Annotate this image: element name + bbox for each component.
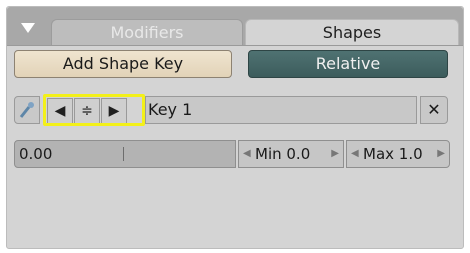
tab-shapes[interactable]: Shapes xyxy=(245,19,459,45)
decrement-arrow-icon[interactable]: ◀ xyxy=(351,141,359,167)
max-label: Max 1.0 xyxy=(363,145,423,163)
max-field[interactable]: ◀ Max 1.0 ▶ xyxy=(346,140,450,168)
decrement-arrow-icon[interactable]: ◀ xyxy=(243,141,251,167)
collapse-triangle-icon[interactable] xyxy=(21,23,35,33)
shapes-panel: Modifiers Shapes xyxy=(6,6,464,249)
panel-header: Modifiers Shapes xyxy=(7,7,463,46)
value-slider[interactable]: 0.00 xyxy=(14,140,236,168)
value-text: 0.00 xyxy=(19,145,53,163)
tab-modifiers[interactable]: Modifiers xyxy=(51,19,243,45)
navigation-highlight-box xyxy=(43,94,145,126)
pin-icon xyxy=(19,102,34,118)
increment-arrow-icon[interactable]: ▶ xyxy=(437,141,445,167)
shape-key-name-field[interactable]: Key 1 xyxy=(145,96,417,124)
min-label: Min 0.0 xyxy=(255,145,311,163)
pin-button[interactable] xyxy=(14,96,40,124)
increment-arrow-icon[interactable]: ▶ xyxy=(331,141,339,167)
delete-key-button[interactable]: ✕ xyxy=(420,96,448,124)
relative-toggle-button[interactable]: Relative xyxy=(248,50,448,78)
slider-indicator xyxy=(123,147,124,161)
add-shape-key-button[interactable]: Add Shape Key xyxy=(14,50,232,78)
min-field[interactable]: ◀ Min 0.0 ▶ xyxy=(238,140,344,168)
